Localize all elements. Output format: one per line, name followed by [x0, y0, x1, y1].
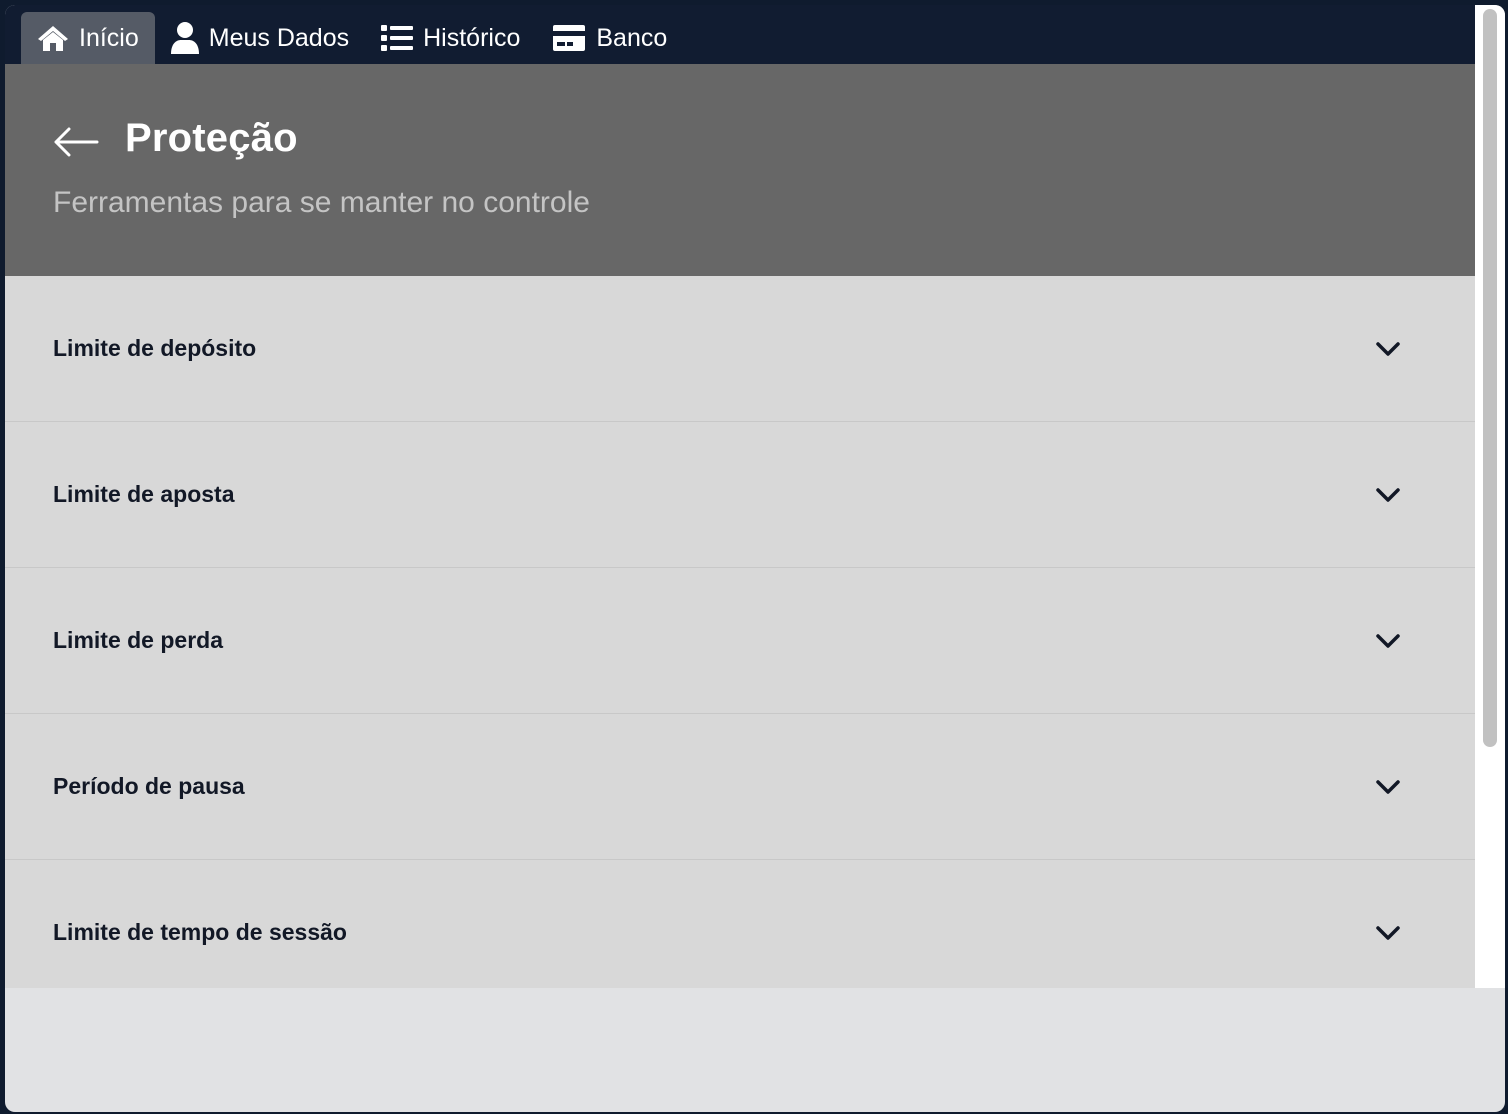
page-subtitle: Ferramentas para se manter no controle: [53, 186, 590, 219]
accordion-item-limite-deposito[interactable]: Limite de depósito: [5, 276, 1475, 422]
tab-banco[interactable]: Banco: [536, 12, 683, 64]
chevron-down-icon[interactable]: [1376, 631, 1400, 651]
chevron-down-icon[interactable]: [1376, 485, 1400, 505]
top-navigation: Início Meus Dados Histórico Banco: [5, 5, 1475, 64]
accordion-item-limite-aposta[interactable]: Limite de aposta: [5, 422, 1475, 568]
accordion-item-label: Limite de aposta: [53, 481, 235, 507]
chevron-down-icon[interactable]: [1376, 923, 1400, 943]
tab-label: Meus Dados: [208, 23, 350, 52]
page-header: Proteção Ferramentas para se manter no c…: [5, 64, 1475, 276]
tab-label: Banco: [596, 23, 668, 52]
page-title: Proteção: [125, 116, 298, 160]
accordion-item-periodo-pausa[interactable]: Período de pausa: [5, 714, 1475, 860]
tab-meus-dados[interactable]: Meus Dados: [155, 12, 365, 64]
tab-historico[interactable]: Histórico: [365, 12, 536, 64]
app-window: Início Meus Dados Histórico Banco Proteç…: [5, 5, 1505, 1112]
accordion-item-limite-tempo-sessao[interactable]: Limite de tempo de sessão: [5, 860, 1475, 988]
tab-inicio[interactable]: Início: [21, 12, 155, 64]
protection-options-list: Limite de depósito Limite de aposta Limi…: [5, 276, 1475, 988]
chevron-down-icon[interactable]: [1376, 777, 1400, 797]
accordion-item-label: Período de pausa: [53, 773, 245, 799]
tab-label: Histórico: [423, 23, 521, 52]
credit-card-icon: [553, 25, 586, 51]
back-button[interactable]: [53, 122, 99, 162]
user-icon: [170, 22, 199, 54]
home-icon: [38, 26, 68, 51]
accordion-item-limite-perda[interactable]: Limite de perda: [5, 568, 1475, 714]
scrollbar-thumb[interactable]: [1483, 9, 1497, 747]
accordion-item-label: Limite de depósito: [53, 335, 257, 361]
tab-label: Início: [79, 23, 139, 52]
accordion-item-label: Limite de tempo de sessão: [53, 919, 347, 945]
list-icon: [381, 25, 414, 51]
accordion-item-label: Limite de perda: [53, 627, 223, 653]
arrow-left-icon: [54, 127, 99, 157]
chevron-down-icon[interactable]: [1376, 339, 1400, 359]
